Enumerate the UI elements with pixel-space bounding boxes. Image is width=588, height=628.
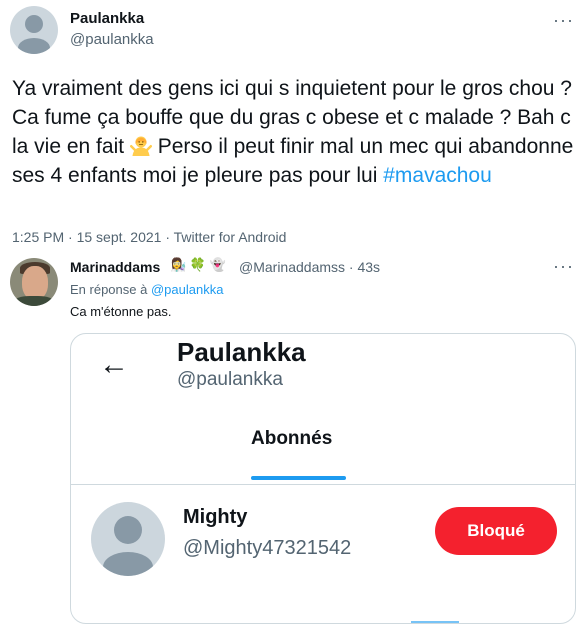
author-avatar[interactable] bbox=[10, 6, 58, 54]
tab-followers: Abonnés bbox=[251, 428, 333, 449]
reply-text: Ca m'étonne pas. bbox=[70, 304, 172, 319]
in-reply-prefix: En réponse à bbox=[70, 282, 151, 297]
bottom-indicator bbox=[411, 621, 459, 623]
reply-handle-time[interactable]: @Marinaddamss · 43s bbox=[239, 259, 380, 275]
avatar-placeholder-body bbox=[103, 552, 153, 576]
avatar-placeholder-head bbox=[114, 516, 142, 544]
author-name[interactable]: Paulankka bbox=[70, 10, 144, 27]
avatar-placeholder-head bbox=[25, 15, 43, 33]
profile-name: Paulankka bbox=[177, 337, 306, 367]
reply-name-emojis: 👩‍🔬 🍀 👻 bbox=[170, 257, 226, 272]
woman-shrugging-emoji-icon bbox=[129, 136, 152, 156]
hashtag-link[interactable]: #mavachou bbox=[383, 164, 492, 187]
follower-handle: @Mighty47321542 bbox=[183, 537, 352, 559]
avatar-face bbox=[22, 266, 48, 300]
follower-name: Mighty bbox=[183, 506, 248, 528]
back-arrow-icon: ← bbox=[99, 348, 129, 381]
more-options-icon[interactable]: ··· bbox=[553, 10, 574, 31]
follower-avatar bbox=[91, 502, 165, 576]
divider bbox=[71, 484, 575, 485]
author-handle[interactable]: @paulankka bbox=[70, 31, 154, 48]
in-reply-to: En réponse à @paulankka bbox=[70, 282, 223, 297]
blocked-button: Bloqué bbox=[435, 507, 557, 555]
reply-more-options-icon[interactable]: ··· bbox=[553, 256, 574, 277]
profile-handle: @paulankka bbox=[177, 369, 283, 390]
reply-author-name[interactable]: Marinaddams bbox=[70, 259, 160, 275]
tweet-metadata: 1:25 PM · 15 sept. 2021 · Twitter for An… bbox=[12, 229, 287, 245]
avatar-shirt bbox=[14, 296, 54, 306]
embedded-image[interactable]: ← Paulankka @paulankka Abonnés Mighty @M… bbox=[70, 333, 576, 624]
reply-author-avatar[interactable] bbox=[10, 258, 58, 306]
avatar-placeholder-body bbox=[18, 38, 50, 54]
in-reply-handle-link[interactable]: @paulankka bbox=[151, 282, 223, 297]
tweet-text: Ya vraiment des gens ici qui s inquieten… bbox=[12, 74, 580, 190]
active-tab-indicator bbox=[251, 476, 346, 480]
